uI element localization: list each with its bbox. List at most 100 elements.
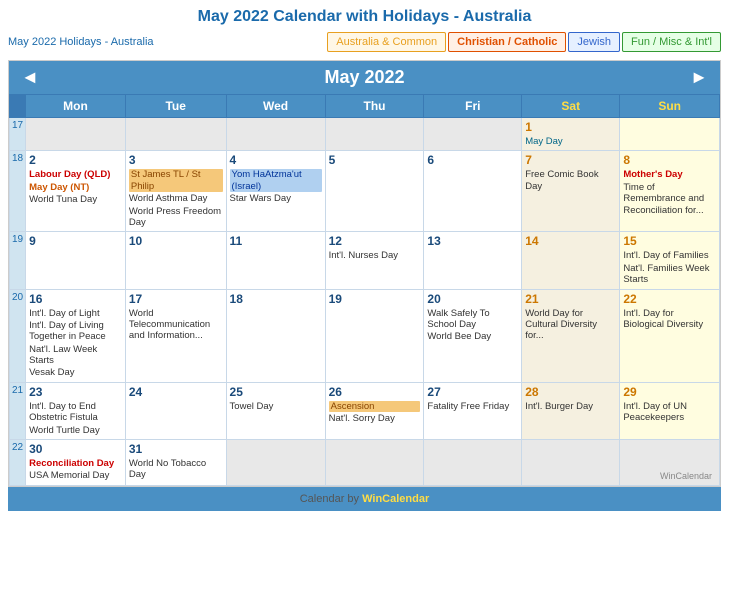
week-num-17: 17 bbox=[10, 118, 26, 151]
day-number: 7 bbox=[525, 153, 616, 167]
day-number: 30 bbox=[29, 442, 122, 456]
week-num-header bbox=[10, 95, 26, 118]
week-num-18: 18 bbox=[10, 151, 26, 232]
day-empty bbox=[522, 440, 620, 486]
top-bar: May 2022 Holidays - Australia Australia … bbox=[8, 32, 721, 52]
day-26: 26 Ascension Nat'l. Sorry Day bbox=[325, 382, 424, 439]
calendar-grid: Mon Tue Wed Thu Fri Sat Sun 17 bbox=[9, 94, 720, 486]
event: Towel Day bbox=[230, 401, 322, 412]
event: Int'l. Nurses Day bbox=[329, 250, 421, 261]
day-number: 19 bbox=[329, 292, 421, 306]
event: World Tuna Day bbox=[29, 194, 122, 205]
event: World Bee Day bbox=[427, 331, 518, 342]
week-num-22: 22 bbox=[10, 440, 26, 486]
table-row: 18 2 Labour Day (QLD) May Day (NT) World… bbox=[10, 151, 720, 232]
day-20: 20 Walk Safely To School Day World Bee D… bbox=[424, 289, 522, 382]
day-21-sat: 21 World Day for Cultural Diversity for.… bbox=[522, 289, 620, 382]
event: Ascension bbox=[329, 401, 421, 412]
day-number: 8 bbox=[623, 153, 716, 167]
event: May Day bbox=[525, 136, 616, 147]
day-empty bbox=[325, 118, 424, 151]
day-empty-sun bbox=[620, 118, 720, 151]
page-title: May 2022 Calendar with Holidays - Austra… bbox=[8, 8, 721, 26]
calendar: ◄ May 2022 ► Mon Tue Wed Thu Fri Sat Sun bbox=[8, 60, 721, 487]
day-number: 20 bbox=[427, 292, 518, 306]
day-number: 2 bbox=[29, 153, 122, 167]
day-number: 4 bbox=[230, 153, 322, 167]
day-17: 17 World Telecommunication and Informati… bbox=[125, 289, 226, 382]
day-number: 16 bbox=[29, 292, 122, 306]
day-number: 26 bbox=[329, 385, 421, 399]
prev-month-button[interactable]: ◄ bbox=[21, 67, 39, 88]
day-empty bbox=[125, 118, 226, 151]
day-empty bbox=[226, 440, 325, 486]
event: Yom HaAtzma'ut (Israel) bbox=[230, 169, 322, 192]
next-month-button[interactable]: ► bbox=[690, 67, 708, 88]
tab-fun[interactable]: Fun / Misc & Int'l bbox=[622, 32, 721, 52]
table-row: 20 16 Int'l. Day of Light Int'l. Day of … bbox=[10, 289, 720, 382]
day-number: 31 bbox=[129, 442, 223, 456]
table-row: 17 1 May Day bbox=[10, 118, 720, 151]
wincalendar-link[interactable]: WinCalendar bbox=[362, 493, 429, 505]
subtitle: May 2022 Holidays - Australia bbox=[8, 36, 154, 48]
event: World Turtle Day bbox=[29, 425, 122, 436]
event: World Day for Cultural Diversity for... bbox=[525, 308, 616, 342]
event: St James TL / St Philip bbox=[129, 169, 223, 192]
week-num-21: 21 bbox=[10, 382, 26, 439]
day-16: 16 Int'l. Day of Light Int'l. Day of Liv… bbox=[26, 289, 126, 382]
day-number: 14 bbox=[525, 234, 616, 248]
day-29-sun: 29 Int'l. Day of UN Peacekeepers bbox=[620, 382, 720, 439]
day-2: 2 Labour Day (QLD) May Day (NT) World Tu… bbox=[26, 151, 126, 232]
day-empty bbox=[26, 118, 126, 151]
day-number: 28 bbox=[525, 385, 616, 399]
event: Int'l. Day of Living Together in Peace bbox=[29, 320, 122, 343]
day-3: 3 St James TL / St Philip World Asthma D… bbox=[125, 151, 226, 232]
event: Nat'l. Law Week Starts bbox=[29, 344, 122, 367]
col-sat: Sat bbox=[522, 95, 620, 118]
day-number: 5 bbox=[329, 153, 421, 167]
day-31: 31 World No Tobacco Day bbox=[125, 440, 226, 486]
event: Int'l. Day to End Obstetric Fistula bbox=[29, 401, 122, 424]
day-number: 6 bbox=[427, 153, 518, 167]
day-number: 29 bbox=[623, 385, 716, 399]
event: Walk Safely To School Day bbox=[427, 308, 518, 331]
day-number: 1 bbox=[525, 120, 616, 134]
event: May Day (NT) bbox=[29, 182, 122, 193]
day-22-sun: 22 Int'l. Day for Biological Diversity bbox=[620, 289, 720, 382]
day-empty bbox=[424, 440, 522, 486]
calendar-header: ◄ May 2022 ► bbox=[9, 61, 720, 94]
filter-tabs: Australia & Common Christian / Catholic … bbox=[327, 32, 721, 52]
day-number: 3 bbox=[129, 153, 223, 167]
day-18: 18 bbox=[226, 289, 325, 382]
tab-australia[interactable]: Australia & Common bbox=[327, 32, 446, 52]
event: Int'l. Day of Families bbox=[623, 250, 716, 261]
day-number: 15 bbox=[623, 234, 716, 248]
tab-jewish[interactable]: Jewish bbox=[568, 32, 620, 52]
week-num-19: 19 bbox=[10, 232, 26, 289]
event: Nat'l. Families Week Starts bbox=[623, 263, 716, 286]
day-number: 21 bbox=[525, 292, 616, 306]
table-row: 19 9 10 11 12 Int'l. Nurses Day bbox=[10, 232, 720, 289]
week-num-20: 20 bbox=[10, 289, 26, 382]
table-row: 21 23 Int'l. Day to End Obstetric Fistul… bbox=[10, 382, 720, 439]
event: Int'l. Burger Day bbox=[525, 401, 616, 412]
day-14-sat: 14 bbox=[522, 232, 620, 289]
day-7-sat: 7 Free Comic Book Day bbox=[522, 151, 620, 232]
event: Int'l. Day of Light bbox=[29, 308, 122, 319]
day-30: 30 Reconciliation Day USA Memorial Day bbox=[26, 440, 126, 486]
day-number: 25 bbox=[230, 385, 322, 399]
event: Fatality Free Friday bbox=[427, 401, 518, 412]
day-4: 4 Yom HaAtzma'ut (Israel) Star Wars Day bbox=[226, 151, 325, 232]
day-25: 25 Towel Day bbox=[226, 382, 325, 439]
day-number: 27 bbox=[427, 385, 518, 399]
col-mon: Mon bbox=[26, 95, 126, 118]
day-28-sat: 28 Int'l. Burger Day bbox=[522, 382, 620, 439]
day-empty bbox=[424, 118, 522, 151]
event: Int'l. Day for Biological Diversity bbox=[623, 308, 716, 331]
day-13: 13 bbox=[424, 232, 522, 289]
day-number: 13 bbox=[427, 234, 518, 248]
tab-christian[interactable]: Christian / Catholic bbox=[448, 32, 566, 52]
day-empty bbox=[325, 440, 424, 486]
event: USA Memorial Day bbox=[29, 470, 122, 481]
event: Vesak Day bbox=[29, 367, 122, 378]
